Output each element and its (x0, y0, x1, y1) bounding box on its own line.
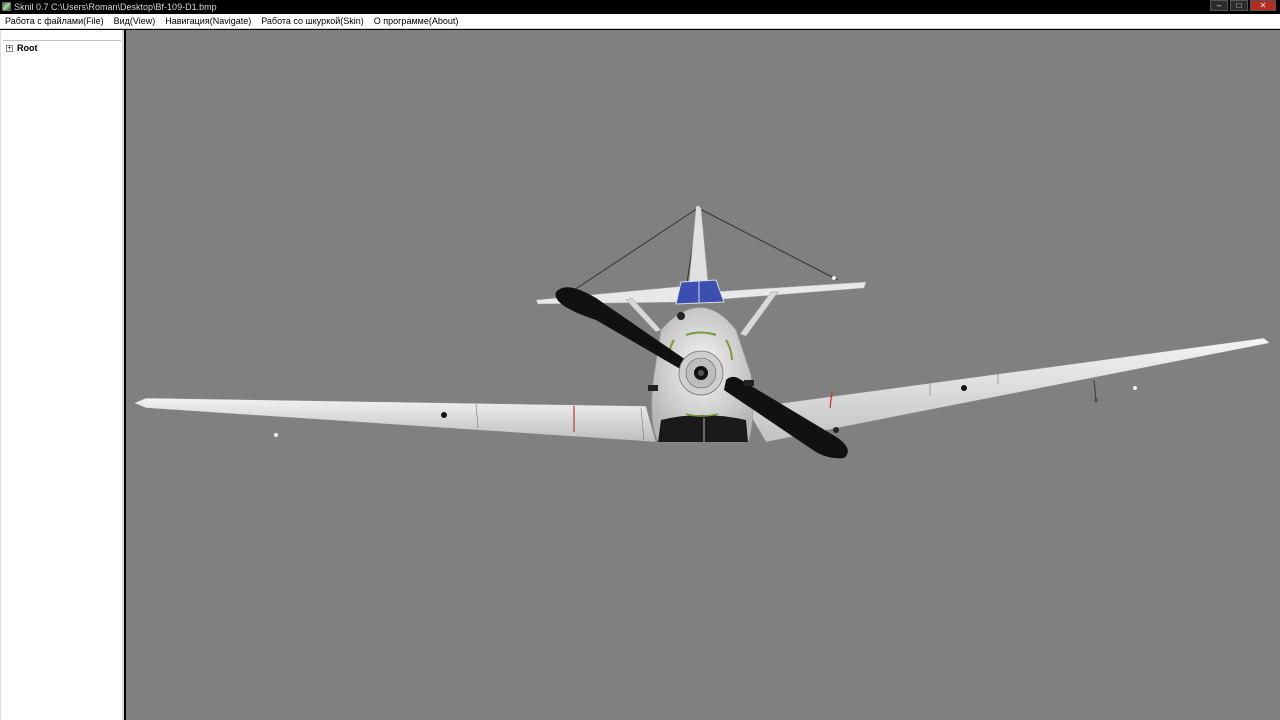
aircraft-render (133, 206, 1271, 459)
minimize-button[interactable]: – (1210, 0, 1228, 11)
tree-node-root[interactable]: + Root (6, 43, 38, 53)
title-bar[interactable]: Sknil 0.7 C:\Users\Roman\Desktop\Bf-109-… (0, 0, 1280, 14)
menu-skin[interactable]: Работа со шкуркой(Skin) (256, 14, 369, 29)
close-button[interactable]: ✕ (1250, 0, 1276, 11)
window-controls: – □ ✕ (1210, 0, 1276, 11)
menu-file[interactable]: Работа с файлами(File) (0, 14, 109, 29)
maximize-button[interactable]: □ (1230, 0, 1248, 11)
right-wing (745, 337, 1271, 443)
tree-divider (3, 40, 121, 41)
window-title: Sknil 0.7 C:\Users\Roman\Desktop\Bf-109-… (14, 2, 217, 12)
menu-view[interactable]: Вид(View) (109, 14, 161, 29)
3d-viewport[interactable] (126, 30, 1280, 720)
tree-panel: + Root (0, 30, 124, 720)
canopy (675, 279, 725, 305)
menu-about[interactable]: О программе(About) (369, 14, 464, 29)
left-wing (133, 397, 657, 443)
plus-box-icon[interactable]: + (6, 44, 13, 52)
menu-navigate[interactable]: Навигация(Navigate) (160, 14, 256, 29)
app-icon (2, 2, 11, 11)
menu-bar: Работа с файлами(File) Вид(View) Навигац… (0, 14, 1280, 29)
tree-node-label: Root (17, 43, 38, 53)
tail-fin (688, 206, 709, 283)
